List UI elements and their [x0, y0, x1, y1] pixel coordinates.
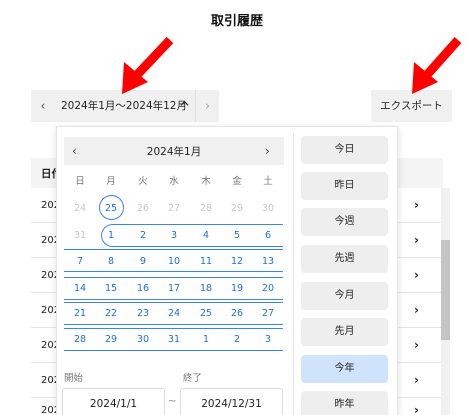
- calendar-day[interactable]: 31: [64, 230, 96, 241]
- calendar-next-month-button[interactable]: ›: [265, 144, 270, 158]
- weekday-label: 金: [232, 176, 242, 187]
- weekday-label: 月: [106, 176, 116, 187]
- calendar-day[interactable]: 30: [127, 334, 159, 345]
- calendar-day[interactable]: 28: [64, 334, 96, 345]
- weekday-label: 水: [169, 176, 179, 187]
- calendar-day[interactable]: 10: [158, 256, 190, 267]
- calendar-day[interactable]: 27: [252, 308, 284, 319]
- calendar-day[interactable]: 22: [95, 308, 127, 319]
- quick-select-today[interactable]: 今日: [301, 136, 388, 164]
- calendar-day[interactable]: 17: [158, 283, 190, 294]
- calendar-day[interactable]: 5: [221, 230, 253, 241]
- scrollbar-thumb[interactable]: [441, 240, 450, 340]
- calendar-day[interactable]: 1: [95, 230, 127, 241]
- quick-select-yesterday[interactable]: 昨日: [301, 172, 388, 200]
- quick-select-this-month[interactable]: 今月: [301, 282, 388, 310]
- calendar-day[interactable]: 19: [221, 283, 253, 294]
- range-next-button[interactable]: ›: [195, 90, 219, 122]
- weekday-label: 土: [263, 176, 273, 187]
- calendar-day[interactable]: 29: [95, 334, 127, 345]
- calendar-day[interactable]: 26: [127, 203, 159, 214]
- calendar-day[interactable]: 2: [221, 334, 253, 345]
- calendar-day[interactable]: 24: [64, 203, 96, 214]
- quick-select-last-month[interactable]: 先月: [301, 318, 388, 346]
- calendar-day[interactable]: 11: [190, 256, 222, 267]
- red-arrow-icon: [412, 37, 462, 94]
- calendar-day[interactable]: 25: [190, 308, 222, 319]
- red-arrow-icon: [122, 36, 174, 94]
- calendar-day[interactable]: 30: [252, 203, 284, 214]
- quick-select-this-year[interactable]: 今年: [301, 355, 388, 383]
- calendar-day[interactable]: 23: [127, 308, 159, 319]
- weekday-label: 日: [75, 176, 85, 187]
- calendar-day[interactable]: 7: [64, 256, 96, 267]
- calendar-month-title: 2024年1月: [146, 146, 202, 158]
- quick-select-this-week[interactable]: 今週: [301, 208, 388, 236]
- calendar-day[interactable]: 25: [95, 203, 127, 214]
- start-date-label: 開始: [64, 373, 84, 384]
- calendar-day[interactable]: 29: [221, 203, 253, 214]
- calendar-day[interactable]: 12: [221, 256, 253, 267]
- chevron-right-icon[interactable]: ›: [414, 268, 419, 282]
- calendar-day[interactable]: 18: [190, 283, 222, 294]
- calendar-day[interactable]: 16: [127, 283, 159, 294]
- calendar-day[interactable]: 28: [190, 203, 222, 214]
- calendar-day[interactable]: 3: [158, 230, 190, 241]
- calendar-day[interactable]: 3: [252, 334, 284, 345]
- calendar-day[interactable]: 24: [158, 308, 190, 319]
- start-date-input[interactable]: 2024/1/1: [62, 388, 165, 415]
- calendar-day[interactable]: 13: [252, 256, 284, 267]
- calendar-day[interactable]: 26: [221, 308, 253, 319]
- calendar-day[interactable]: 20: [252, 283, 284, 294]
- chevron-right-icon[interactable]: ›: [414, 233, 419, 247]
- chevron-right-icon[interactable]: ›: [414, 373, 419, 387]
- chevron-right-icon[interactable]: ›: [414, 338, 419, 352]
- calendar-day[interactable]: 8: [95, 256, 127, 267]
- calendar-day[interactable]: 14: [64, 283, 96, 294]
- end-date-label: 終了: [183, 373, 203, 384]
- end-date-input[interactable]: 2024/12/31: [180, 388, 283, 415]
- calendar-day[interactable]: 6: [252, 230, 284, 241]
- quick-select-last-year[interactable]: 昨年: [301, 391, 388, 415]
- calendar-day[interactable]: 4: [190, 230, 222, 241]
- range-separator: ~: [168, 396, 177, 407]
- popup-divider: [293, 133, 294, 415]
- calendar-day[interactable]: 15: [95, 283, 127, 294]
- calendar-day[interactable]: 21: [64, 308, 96, 319]
- calendar-day[interactable]: 1: [190, 334, 222, 345]
- quick-select-last-week[interactable]: 先週: [301, 245, 388, 273]
- range-prev-button[interactable]: ‹: [31, 90, 55, 122]
- chevron-right-icon[interactable]: ›: [414, 403, 419, 415]
- page-title: 取引履歴: [210, 14, 263, 29]
- weekday-label: 木: [201, 176, 211, 187]
- calendar-day[interactable]: 2: [127, 230, 159, 241]
- weekday-label: 火: [138, 176, 148, 187]
- chevron-up-icon[interactable]: [180, 90, 189, 122]
- calendar-day[interactable]: 31: [158, 334, 190, 345]
- chevron-right-icon[interactable]: ›: [414, 303, 419, 317]
- chevron-right-icon[interactable]: ›: [414, 198, 419, 212]
- calendar-day[interactable]: 27: [158, 203, 190, 214]
- calendar-day[interactable]: 9: [127, 256, 159, 267]
